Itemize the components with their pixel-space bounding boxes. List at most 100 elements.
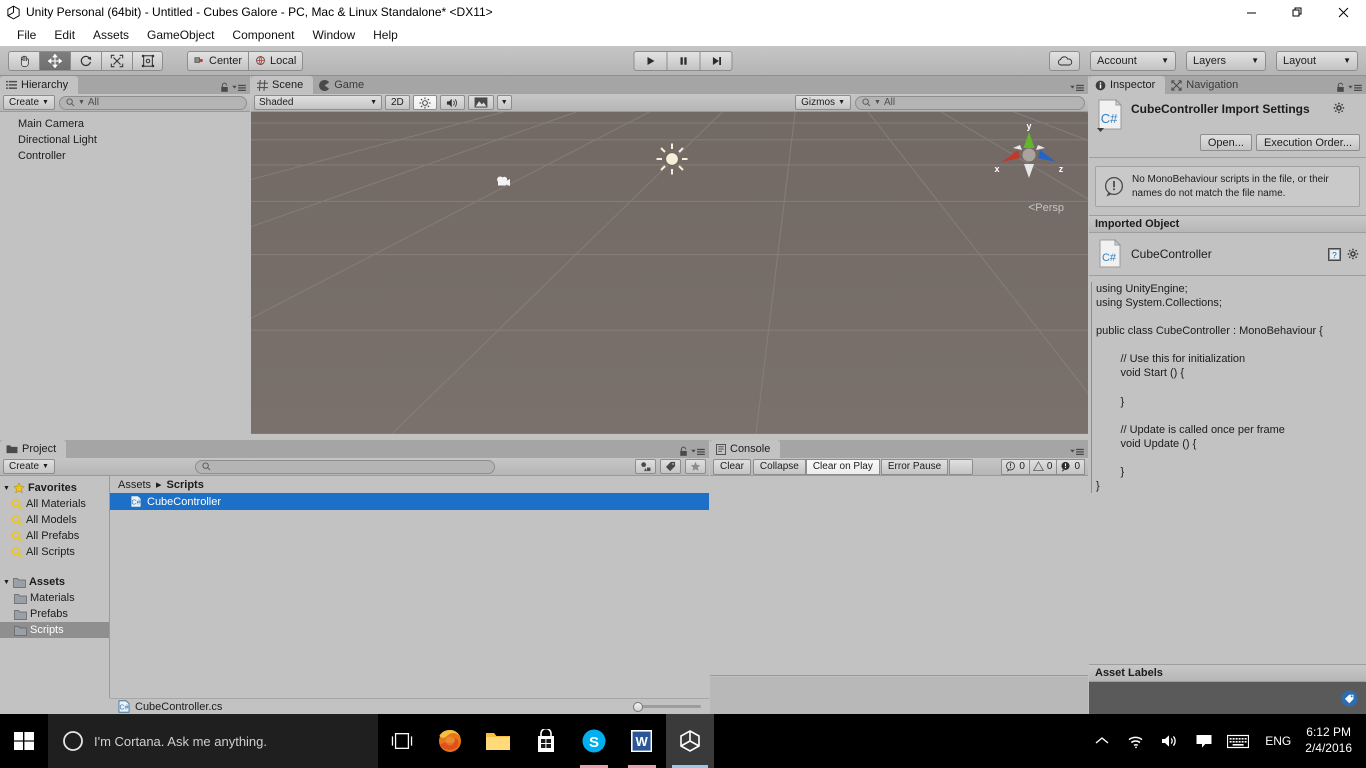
favorite-all-prefabs[interactable]: All Prefabs bbox=[0, 528, 109, 544]
object-filter-button[interactable] bbox=[635, 459, 657, 474]
scene-projection-label[interactable]: <Persp bbox=[1028, 200, 1064, 214]
imported-object-row[interactable]: C# CubeController ? bbox=[1089, 233, 1366, 276]
layers-dropdown[interactable]: Layers ▼ bbox=[1186, 50, 1266, 71]
touch-keyboard-button[interactable] bbox=[1221, 714, 1255, 768]
scene-viewport[interactable]: y x z <Persp bbox=[251, 112, 1088, 434]
layout-dropdown[interactable]: Layout ▼ bbox=[1276, 50, 1358, 71]
panel-menu-icon[interactable] bbox=[691, 447, 705, 457]
console-error-counter[interactable]: 0 bbox=[1056, 458, 1085, 475]
menu-file[interactable]: File bbox=[8, 26, 45, 44]
minimize-button[interactable] bbox=[1228, 0, 1274, 24]
unity-button[interactable] bbox=[666, 714, 714, 768]
account-dropdown[interactable]: Account ▼ bbox=[1090, 50, 1176, 71]
tab-console[interactable]: Console bbox=[710, 440, 781, 458]
cloud-button[interactable] bbox=[1049, 50, 1080, 71]
project-favorites-header[interactable]: ▼ Favorites bbox=[0, 480, 109, 496]
menu-edit[interactable]: Edit bbox=[45, 26, 84, 44]
favorite-all-materials[interactable]: All Materials bbox=[0, 496, 109, 512]
scale-tool-button[interactable] bbox=[101, 50, 132, 71]
tab-project[interactable]: Project bbox=[0, 440, 67, 458]
directional-light-gizmo[interactable] bbox=[655, 142, 689, 176]
scene-view-axis-gizmo[interactable]: y x z bbox=[992, 120, 1066, 194]
menu-gameobject[interactable]: GameObject bbox=[138, 26, 223, 44]
project-assets-header[interactable]: ▼ Assets bbox=[0, 574, 109, 590]
word-button[interactable]: W bbox=[618, 714, 666, 768]
menu-component[interactable]: Component bbox=[223, 26, 303, 44]
close-button[interactable] bbox=[1320, 0, 1366, 24]
pivot-rotation-button[interactable]: Local bbox=[248, 50, 304, 71]
restore-button[interactable] bbox=[1274, 0, 1320, 24]
gizmos-dropdown[interactable]: Gizmos ▼ bbox=[795, 95, 851, 110]
clock[interactable]: 6:12 PM 2/4/2016 bbox=[1301, 725, 1362, 756]
console-clear-button[interactable]: Clear bbox=[713, 458, 751, 475]
rect-tool-button[interactable] bbox=[132, 50, 163, 71]
rotate-tool-button[interactable] bbox=[70, 50, 101, 71]
hierarchy-item-controller[interactable]: Controller bbox=[0, 148, 250, 164]
panel-menu-icon[interactable] bbox=[232, 83, 246, 93]
console-warning-counter[interactable]: 0 bbox=[1028, 458, 1057, 475]
project-search-input[interactable] bbox=[194, 459, 495, 474]
asset-item-cubecontroller[interactable]: C# CubeController bbox=[110, 493, 709, 510]
favorite-filter-button[interactable] bbox=[685, 459, 707, 474]
network-button[interactable] bbox=[1119, 714, 1153, 768]
lock-icon[interactable] bbox=[1336, 82, 1345, 93]
slider-knob[interactable] bbox=[633, 701, 643, 712]
2d-toggle-button[interactable]: 2D bbox=[385, 95, 410, 110]
folder-materials[interactable]: Materials bbox=[0, 590, 109, 606]
console-clear-on-play-button[interactable]: Clear on Play bbox=[805, 458, 880, 475]
tab-game[interactable]: Game bbox=[313, 76, 375, 94]
panel-menu-icon[interactable] bbox=[1070, 83, 1084, 93]
tab-hierarchy[interactable]: Hierarchy bbox=[0, 76, 79, 94]
action-center-button[interactable] bbox=[1187, 714, 1221, 768]
menu-window[interactable]: Window bbox=[303, 26, 364, 44]
show-hidden-icons-button[interactable] bbox=[1085, 714, 1119, 768]
gear-icon[interactable] bbox=[1347, 248, 1360, 261]
cortana-search-box[interactable]: I'm Cortana. Ask me anything. bbox=[48, 714, 378, 768]
hierarchy-item-directional-light[interactable]: Directional Light bbox=[0, 132, 250, 148]
main-camera-gizmo[interactable] bbox=[495, 174, 517, 190]
panel-menu-icon[interactable] bbox=[1348, 83, 1362, 93]
lock-icon[interactable] bbox=[220, 82, 229, 93]
microsoft-store-button[interactable] bbox=[522, 714, 570, 768]
label-filter-button[interactable] bbox=[660, 459, 682, 474]
lighting-toggle-button[interactable] bbox=[412, 95, 437, 110]
gear-icon[interactable] bbox=[1333, 98, 1347, 118]
pause-button[interactable] bbox=[666, 50, 700, 71]
tab-navigation[interactable]: Navigation bbox=[1165, 76, 1249, 94]
lock-icon[interactable] bbox=[679, 446, 688, 457]
firefox-button[interactable] bbox=[426, 714, 474, 768]
execution-order-button[interactable]: Execution Order... bbox=[1255, 134, 1360, 151]
tab-scene[interactable]: Scene bbox=[251, 76, 314, 94]
menu-help[interactable]: Help bbox=[364, 26, 407, 44]
start-button[interactable] bbox=[0, 714, 48, 768]
audio-toggle-button[interactable] bbox=[439, 95, 465, 110]
scene-search-input[interactable]: ▼ All bbox=[855, 95, 1085, 110]
console-error-pause-button[interactable]: Error Pause bbox=[880, 458, 949, 475]
file-explorer-button[interactable] bbox=[474, 714, 522, 768]
console-message-list[interactable] bbox=[710, 476, 1088, 676]
favorite-all-scripts[interactable]: All Scripts bbox=[0, 544, 109, 560]
breadcrumb-assets[interactable]: Assets bbox=[118, 479, 151, 491]
move-tool-button[interactable] bbox=[39, 50, 70, 71]
folder-scripts[interactable]: Scripts bbox=[0, 622, 109, 638]
favorite-all-models[interactable]: All Models bbox=[0, 512, 109, 528]
volume-button[interactable] bbox=[1153, 714, 1187, 768]
play-button[interactable] bbox=[633, 50, 667, 71]
hierarchy-create-button[interactable]: Create ▼ bbox=[3, 95, 55, 110]
hierarchy-search-input[interactable]: ▼ All bbox=[58, 95, 247, 110]
project-zoom-slider[interactable] bbox=[633, 701, 701, 713]
console-collapse-button[interactable]: Collapse bbox=[752, 458, 806, 475]
effects-dropdown-button[interactable]: ▼ bbox=[496, 95, 512, 110]
language-indicator[interactable]: ENG bbox=[1255, 734, 1301, 748]
skype-button[interactable]: S bbox=[570, 714, 618, 768]
draw-mode-dropdown[interactable]: Shaded ▼ bbox=[254, 95, 382, 110]
pivot-mode-button[interactable]: Center bbox=[187, 50, 249, 71]
breadcrumb-scripts[interactable]: Scripts bbox=[167, 479, 204, 491]
console-log-counter[interactable]: 0 bbox=[1001, 458, 1029, 475]
effects-toggle-button[interactable] bbox=[467, 95, 494, 110]
step-button[interactable] bbox=[699, 50, 733, 71]
console-detail-pane[interactable] bbox=[710, 677, 1088, 714]
menu-assets[interactable]: Assets bbox=[84, 26, 138, 44]
folder-prefabs[interactable]: Prefabs bbox=[0, 606, 109, 622]
hierarchy-item-main-camera[interactable]: Main Camera bbox=[0, 116, 250, 132]
